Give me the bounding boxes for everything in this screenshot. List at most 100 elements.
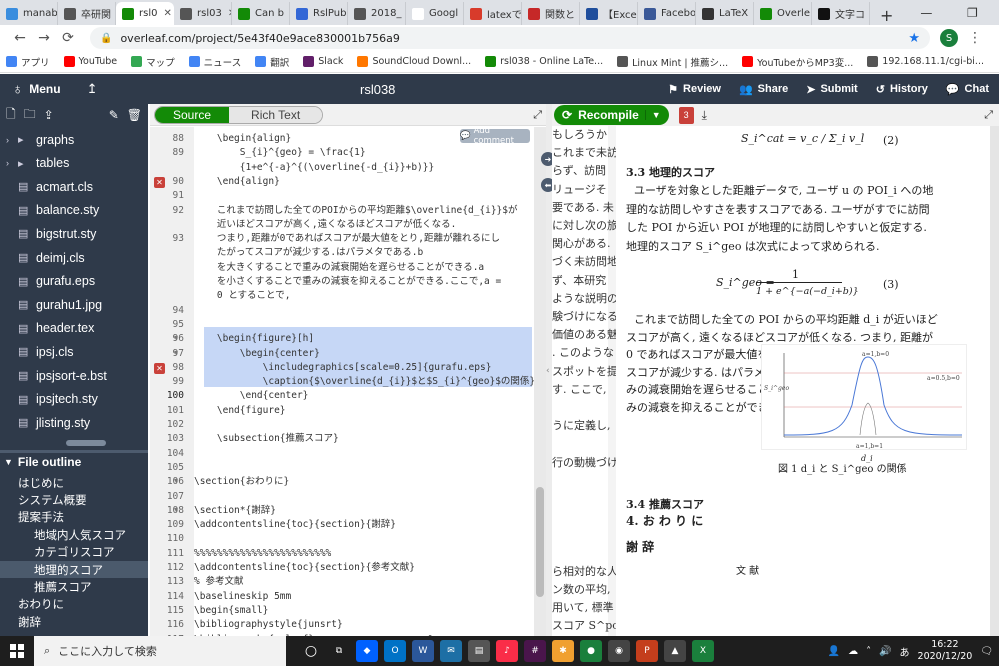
- bookmark-item[interactable]: YouTube: [63, 56, 117, 67]
- excel-icon[interactable]: X: [692, 640, 714, 662]
- browser-tab[interactable]: rsl0 ✕: [116, 2, 174, 25]
- profile-avatar[interactable]: S: [940, 29, 958, 47]
- browser-tab[interactable]: manab✕: [0, 2, 58, 25]
- chrome-icon[interactable]: ◉: [608, 640, 630, 662]
- minimize-button[interactable]: —: [903, 6, 949, 20]
- folder-icon[interactable]: ▤: [468, 640, 490, 662]
- new-file-icon[interactable]: 🗋: [6, 105, 16, 126]
- error-marker-icon[interactable]: ✕: [154, 176, 165, 188]
- file-tree-item[interactable]: ▤ balance.sty: [0, 199, 148, 222]
- upload-icon[interactable]: ⇪: [44, 108, 54, 122]
- delete-icon[interactable]: 🗑: [127, 108, 142, 122]
- menu-button[interactable]: ♁ Menu: [0, 81, 73, 98]
- lock-icon[interactable]: 🔒: [100, 33, 112, 44]
- editor-scrollbar[interactable]: [534, 127, 546, 636]
- scrollbar-thumb[interactable]: [536, 487, 544, 597]
- file-tree-item[interactable]: ▤ gurafu.eps: [0, 270, 148, 293]
- project-title[interactable]: rsl038: [360, 82, 400, 97]
- file-tree-item[interactable]: ▤ header.tex: [0, 317, 148, 340]
- file-tree-item[interactable]: ▤ jlisting.sty: [0, 411, 148, 434]
- browser-tab[interactable]: Googl✕: [406, 2, 464, 25]
- caret-down-icon[interactable]: ▼: [644, 110, 661, 120]
- bookmark-item[interactable]: ニュース: [188, 55, 241, 69]
- clock[interactable]: 16:22 2020/12/20: [918, 639, 973, 663]
- bookmark-item[interactable]: Linux Mint | 推薦シ...: [617, 55, 728, 69]
- music-icon[interactable]: ♪: [496, 640, 518, 662]
- up-arrow-icon[interactable]: ↥: [87, 81, 98, 97]
- fold-icon[interactable]: ▾: [174, 348, 178, 357]
- header-action-history[interactable]: ↺ History: [876, 83, 928, 96]
- chevron-up-icon[interactable]: ˄: [866, 646, 871, 657]
- browser-tab[interactable]: rsl03✕: [174, 2, 232, 25]
- browser-tab[interactable]: 【Excel✕: [580, 2, 638, 25]
- logs-badge[interactable]: 3: [678, 106, 694, 124]
- browser-tab[interactable]: RslPub✕: [290, 2, 348, 25]
- person-icon[interactable]: 👤: [828, 646, 840, 657]
- pdf-app-icon[interactable]: ▲: [664, 640, 686, 662]
- source-mode-button[interactable]: Source: [155, 106, 230, 123]
- forward-icon[interactable]: →: [32, 30, 56, 46]
- browser-tab[interactable]: 卒研関✕: [58, 2, 116, 25]
- kebab-menu-icon[interactable]: ⋮: [968, 30, 982, 46]
- task-view-icon[interactable]: ⧉: [328, 640, 350, 662]
- browser-tab[interactable]: 関数と✕: [522, 2, 580, 25]
- fold-icon[interactable]: ▾: [174, 333, 178, 342]
- rich-text-mode-button[interactable]: Rich Text: [229, 106, 323, 123]
- outline-item[interactable]: カテゴリスコア: [0, 544, 148, 561]
- expand-pdf-icon[interactable]: ⤢: [984, 109, 993, 122]
- expand-editor-icon[interactable]: ⤢: [533, 108, 542, 122]
- maximize-button[interactable]: ❐: [949, 6, 995, 20]
- windows-start-icon[interactable]: [0, 644, 34, 658]
- bookmark-item[interactable]: SoundCloud Downl...: [357, 56, 471, 67]
- outline-item[interactable]: 地域内人気スコア: [0, 526, 148, 543]
- volume-icon[interactable]: 🔊: [879, 646, 891, 657]
- header-action-share[interactable]: 👥 Share: [739, 83, 788, 96]
- header-action-review[interactable]: ⚑ Review: [668, 83, 721, 96]
- star-icon[interactable]: ★: [908, 31, 920, 46]
- collapse-left-icon[interactable]: ‹: [546, 366, 550, 376]
- outline-item[interactable]: システム概要: [0, 491, 148, 508]
- outline-item[interactable]: 地理的スコア: [0, 561, 148, 578]
- outline-item[interactable]: 謝辞: [0, 613, 148, 630]
- bookmark-item[interactable]: 192.168.11.1/cgi-bi...: [867, 56, 984, 67]
- file-tree-scrollbar[interactable]: [66, 440, 106, 446]
- outline-item[interactable]: おわりに: [0, 596, 148, 613]
- cloud-icon[interactable]: ☁: [848, 646, 858, 657]
- notification-icon[interactable]: 🗨: [980, 646, 993, 657]
- browser-tab[interactable]: 文字コ✕: [812, 2, 870, 25]
- add-comment-button[interactable]: 💬 Add comment: [460, 126, 530, 146]
- bookmark-item[interactable]: Slack: [303, 56, 343, 67]
- outlook-icon[interactable]: O: [384, 640, 406, 662]
- header-action-chat[interactable]: 💬 Chat: [946, 83, 989, 96]
- outline-item[interactable]: 推薦スコア: [0, 578, 148, 595]
- file-tree-item[interactable]: ▤ gurahu1.jpg: [0, 293, 148, 316]
- error-marker-icon[interactable]: ✕: [154, 362, 165, 374]
- close-window-button[interactable]: ✕: [995, 6, 999, 20]
- browser-tab[interactable]: LaTeX✕: [696, 2, 754, 25]
- word-icon[interactable]: W: [412, 640, 434, 662]
- mail-icon[interactable]: ✉: [440, 640, 462, 662]
- bookmark-item[interactable]: rsl038 - Online LaTe...: [485, 56, 603, 67]
- file-tree-item[interactable]: ▤ ipsjtech.sty: [0, 388, 148, 411]
- taskbar-search-box[interactable]: ⌕ ここに入力して検索: [34, 636, 286, 666]
- browser-tab[interactable]: Overle✕: [754, 2, 812, 25]
- file-tree-item[interactable]: › ▸ graphs: [0, 128, 148, 151]
- rename-icon[interactable]: ✎: [109, 108, 119, 122]
- fold-icon[interactable]: ▾: [174, 505, 178, 514]
- address-bar[interactable]: 🔒 overleaf.com/project/5e43f40e9ace83000…: [90, 27, 930, 49]
- ime-indicator[interactable]: あ: [900, 644, 910, 659]
- fold-icon[interactable]: ▾: [174, 476, 178, 485]
- app-green-icon[interactable]: ●: [580, 640, 602, 662]
- browser-tab[interactable]: Facebo✕: [638, 2, 696, 25]
- reload-icon[interactable]: ⟳: [56, 30, 80, 46]
- file-tree-item[interactable]: ▤ bigstrut.sty: [0, 222, 148, 245]
- code-editor[interactable]: \begin{align} S_{i}^{geo} = \frac{1} {1+…: [194, 127, 534, 636]
- bookmark-item[interactable]: マップ: [131, 55, 175, 69]
- file-tree-item[interactable]: ▤ ipsjsort-e.bst: [0, 364, 148, 387]
- tab-close-icon[interactable]: ✕: [163, 8, 171, 19]
- slack-icon[interactable]: #: [524, 640, 546, 662]
- bookmark-item[interactable]: YouTubeからMP3変...: [742, 55, 853, 69]
- browser-tab[interactable]: Can b✕: [232, 2, 290, 25]
- file-tree-item[interactable]: › ▸ tables: [0, 152, 148, 175]
- file-outline-header[interactable]: ▼ File outline: [0, 450, 148, 470]
